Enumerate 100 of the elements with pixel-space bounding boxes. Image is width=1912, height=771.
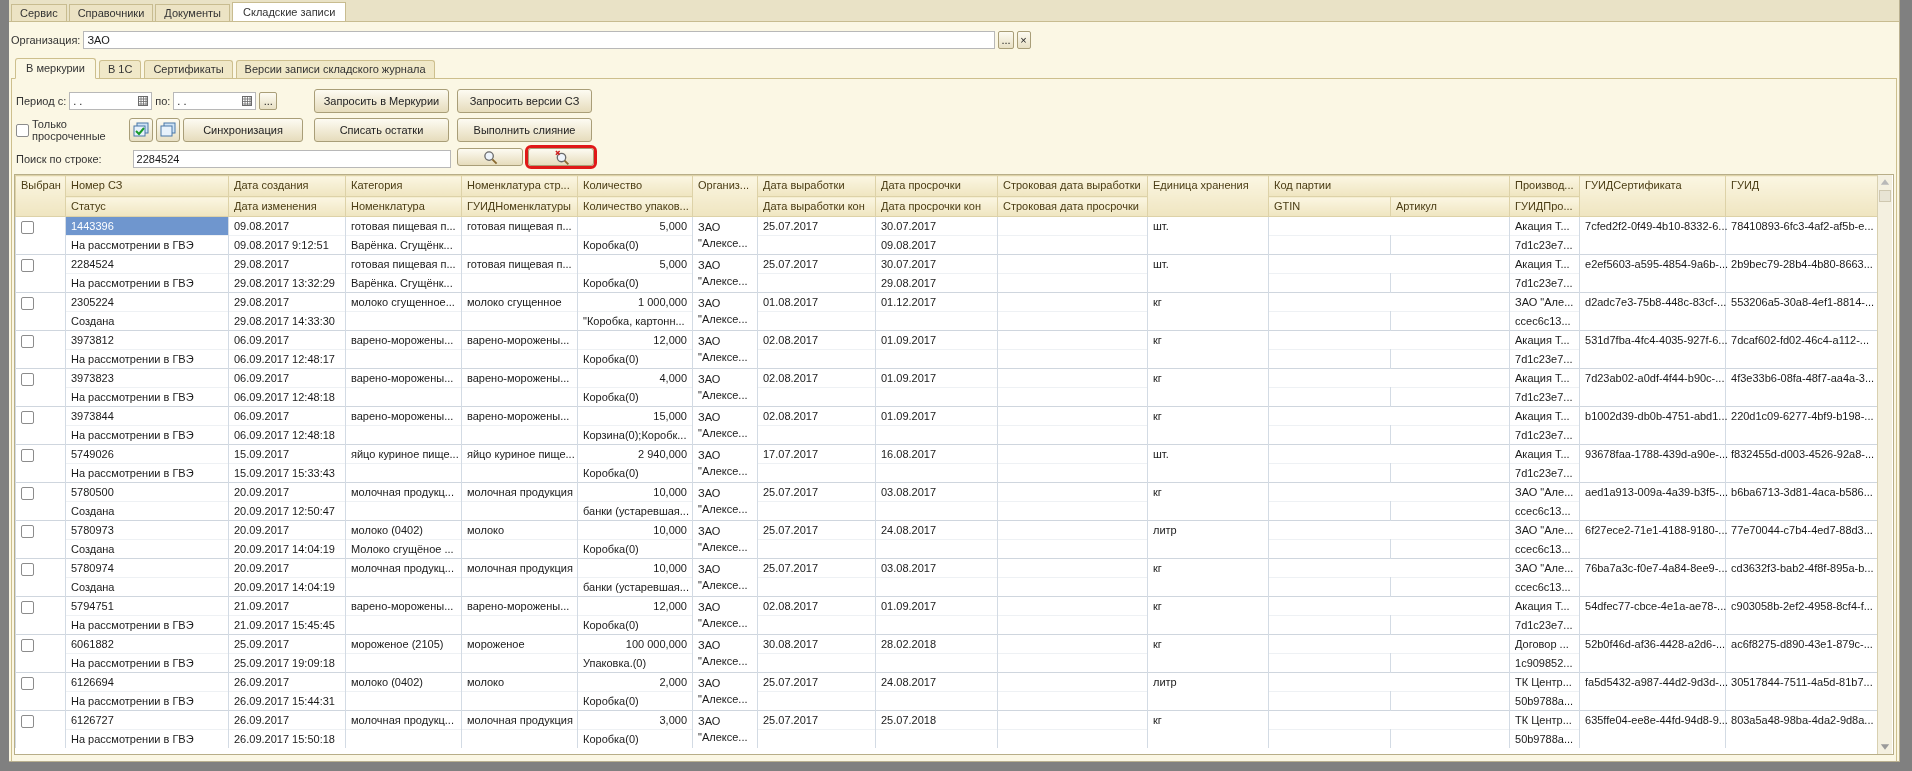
table-cell: Молоко сгущёное ... bbox=[351, 543, 454, 555]
table-cell: варено-морожены... bbox=[345, 368, 462, 388]
tab[interactable]: Справочники bbox=[68, 4, 154, 21]
table-cell: 01.08.2017 bbox=[757, 292, 876, 312]
table-cell: 4,000 bbox=[577, 368, 693, 388]
table-cell: 01.12.2017 bbox=[875, 292, 998, 312]
table-cell: 25.07.2017 bbox=[757, 672, 876, 692]
column-header[interactable]: Артикул bbox=[1396, 200, 1437, 212]
table-cell[interactable]: 2305224 bbox=[65, 292, 229, 312]
table-cell: мороженое (2105) bbox=[345, 634, 462, 654]
table-cell: молочная продукция bbox=[461, 558, 578, 578]
table-cell[interactable]: 6061882 bbox=[65, 634, 229, 654]
table-cell: 26.09.2017 15:50:18 bbox=[228, 729, 346, 748]
table-cell: 06.09.2017 12:48:18 bbox=[228, 425, 346, 445]
sync-button[interactable]: Синхронизация bbox=[183, 118, 303, 142]
table-cell: Создана bbox=[65, 539, 229, 559]
table-cell: 02.08.2017 bbox=[757, 406, 876, 426]
table-cell: ЗАО "Алексе... bbox=[698, 563, 748, 591]
table-cell: 1 000,000 bbox=[577, 292, 693, 312]
date-field[interactable]: . . bbox=[69, 92, 153, 110]
table-cell: 15.09.2017 bbox=[228, 444, 346, 464]
table-cell: 20.09.2017 12:50:47 bbox=[228, 501, 346, 521]
table-cell: Акация Т... bbox=[1509, 368, 1580, 388]
table-cell: 25.07.2017 bbox=[757, 558, 876, 578]
table-cell: 76ba7a3c-f0e7-4a84-8ee9-... bbox=[1585, 562, 1728, 574]
table-cell: На рассмотрении в ГВЭ bbox=[65, 729, 229, 748]
request-button[interactable]: Запросить в Меркурии bbox=[314, 89, 449, 113]
table-cell: 02.08.2017 bbox=[757, 368, 876, 388]
column-header[interactable]: Номер СЗ bbox=[71, 179, 123, 191]
table-cell: Коробка(0) bbox=[583, 695, 639, 707]
table-cell: 93678faa-1788-439d-a90e-... bbox=[1585, 448, 1729, 460]
table-cell: кг bbox=[1153, 638, 1162, 650]
table-cell: 10,000 bbox=[577, 558, 693, 578]
table-cell: Коробка(0) bbox=[583, 733, 639, 745]
table-cell[interactable]: 5780973 bbox=[65, 520, 229, 540]
table-cell: На рассмотрении в ГВЭ bbox=[65, 273, 229, 293]
table-cell: молоко (0402) bbox=[345, 672, 462, 692]
table-cell: 25.07.2018 bbox=[875, 710, 998, 730]
table-cell: 24.08.2017 bbox=[875, 672, 998, 692]
table-cell: 7dcaf602-fd02-46c4-a112-... bbox=[1731, 334, 1869, 346]
table-cell: Акация Т... bbox=[1509, 406, 1580, 426]
column-header[interactable]: Код партии bbox=[1274, 179, 1332, 191]
tab[interactable]: Сертификаты bbox=[144, 60, 233, 78]
tab[interactable]: В 1С bbox=[98, 60, 142, 78]
organization-field[interactable]: ЗАО bbox=[83, 31, 996, 49]
column-header[interactable]: ГУИДСертификата bbox=[1585, 179, 1682, 191]
table-cell: 803a5a48-98ba-4da2-9d8a... bbox=[1731, 714, 1874, 726]
tab[interactable]: Складские записи bbox=[232, 2, 347, 21]
table-cell: 26.09.2017 15:44:31 bbox=[228, 691, 346, 711]
request-versions-button[interactable]: Запросить версии СЗ bbox=[457, 89, 592, 113]
table-cell: 20.09.2017 14:04:19 bbox=[228, 577, 346, 597]
tab[interactable]: Версии записи складского журнала bbox=[235, 60, 435, 78]
select-button[interactable]: ... bbox=[998, 31, 1014, 49]
table-cell: cd3632f3-bab2-4f8f-895a-b... bbox=[1731, 562, 1874, 574]
table-cell: f832455d-d003-4526-92a8-... bbox=[1731, 448, 1875, 460]
table-cell: 220d1c09-6277-4bf9-b198-... bbox=[1731, 410, 1874, 422]
table-cell: варено-морожены... bbox=[461, 330, 578, 350]
table-cell[interactable]: 6126727 bbox=[65, 710, 229, 730]
column-header[interactable]: Статус bbox=[71, 200, 106, 212]
table-cell[interactable]: 5749026 bbox=[65, 444, 229, 464]
clear-button[interactable]: × bbox=[1016, 31, 1031, 49]
table-cell: молоко bbox=[461, 520, 578, 540]
write-off-button[interactable]: Списать остатки bbox=[314, 118, 449, 142]
table-cell: 17.07.2017 bbox=[757, 444, 876, 464]
date-field[interactable]: . . bbox=[173, 92, 257, 110]
table-cell[interactable]: 3973812 bbox=[65, 330, 229, 350]
table-cell: 16.08.2017 bbox=[875, 444, 998, 464]
table-cell: 4f3e33b6-08fa-48f7-aa4a-3... bbox=[1731, 372, 1875, 384]
select-button[interactable]: ... bbox=[259, 92, 278, 110]
table-cell[interactable]: 5780974 bbox=[65, 558, 229, 578]
merge-button[interactable]: Выполнить слияние bbox=[457, 118, 592, 142]
table-cell[interactable]: 3973823 bbox=[65, 368, 229, 388]
table-cell: ЗАО "Алексе... bbox=[698, 677, 748, 705]
table-cell: 21.09.2017 15:45:45 bbox=[228, 615, 346, 635]
table-cell: 30.07.2017 bbox=[875, 254, 998, 274]
table-cell[interactable]: 2284524 bbox=[65, 254, 229, 274]
column-header[interactable]: GTIN bbox=[1274, 200, 1301, 212]
tab[interactable]: Сервис bbox=[11, 4, 67, 21]
table-cell: молочная продукц... bbox=[345, 482, 462, 502]
column-header[interactable]: ГУИД bbox=[1731, 179, 1760, 191]
table-cell: варено-морожены... bbox=[345, 596, 462, 616]
search-field[interactable]: 2284524 bbox=[132, 150, 451, 168]
table-cell: ЗАО "Алексе... bbox=[698, 487, 748, 515]
table-cell: Коробка(0) bbox=[583, 619, 639, 631]
table-cell[interactable]: 6126694 bbox=[65, 672, 229, 692]
table-cell[interactable]: 5780500 bbox=[65, 482, 229, 502]
tab[interactable]: Документы bbox=[155, 4, 230, 21]
tab[interactable]: В меркурии bbox=[15, 58, 96, 79]
table-cell: кг bbox=[1153, 296, 1162, 308]
table-cell: 25.07.2017 bbox=[757, 482, 876, 502]
table-cell: 06.09.2017 12:48:18 bbox=[228, 387, 346, 407]
table-cell: 15.09.2017 15:33:43 bbox=[228, 463, 346, 483]
table-cell: 03.08.2017 bbox=[875, 482, 998, 502]
table-cell: 25.07.2017 bbox=[757, 254, 876, 274]
table-cell[interactable]: 3973844 bbox=[65, 406, 229, 426]
table-cell: ЗАО "Алексе... bbox=[698, 297, 748, 325]
table-cell: ЗАО "Але... bbox=[1509, 292, 1580, 312]
table-cell: ЗАО "Алексе... bbox=[698, 373, 748, 401]
table-cell: кг bbox=[1153, 562, 1162, 574]
table-cell[interactable]: 5794751 bbox=[65, 596, 229, 616]
